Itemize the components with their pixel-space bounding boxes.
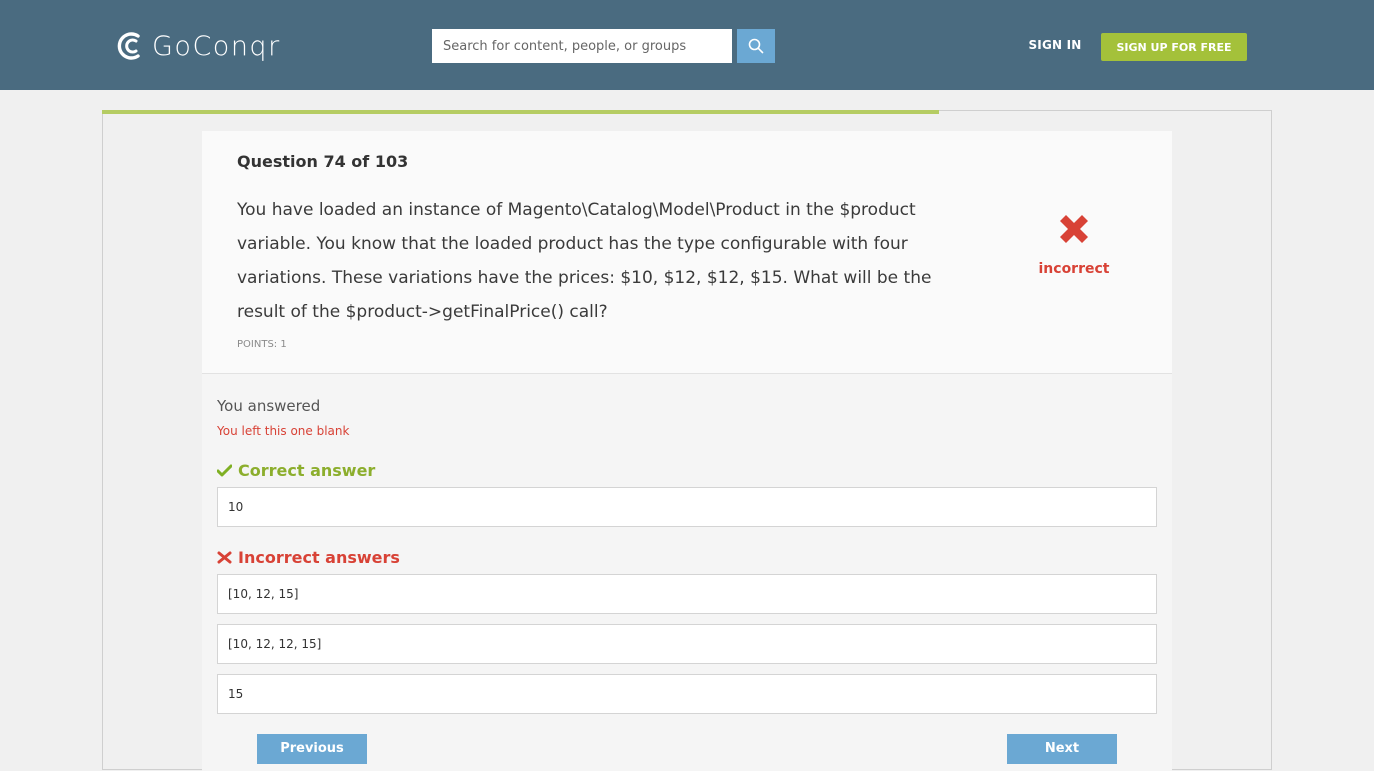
check-icon [217, 464, 232, 477]
question-points: POINTS: 1 [237, 339, 287, 350]
logo-text: GoConqr [152, 30, 281, 62]
correct-answer-heading: Correct answer [217, 461, 375, 480]
you-answered-value: You left this one blank [217, 424, 350, 438]
incorrect-answer-2: [10, 12, 12, 15] [217, 624, 1157, 664]
goconqr-logo[interactable]: GoConqr [116, 30, 281, 62]
quiz-progress-fill [102, 110, 939, 114]
question-header: Question 74 of 103 You have loaded an in… [202, 131, 1172, 374]
question-text: You have loaded an instance of Magento\C… [237, 200, 932, 322]
search-input[interactable] [432, 29, 732, 63]
incorrect-answers-label: Incorrect answers [238, 548, 400, 567]
sign-in-link[interactable]: SIGN IN [1025, 38, 1085, 56]
you-answered-label: You answered [217, 397, 321, 415]
question-number: Question 74 of 103 [237, 152, 409, 171]
next-button[interactable]: Next [1007, 734, 1117, 764]
incorrect-answer-1: [10, 12, 15] [217, 574, 1157, 614]
question-card: Question 74 of 103 You have loaded an in… [202, 131, 1172, 771]
verdict-label: incorrect [1038, 261, 1110, 277]
cross-small-icon [217, 551, 232, 564]
verdict-indicator: incorrect [1022, 211, 1126, 277]
incorrect-answers-heading: Incorrect answers [217, 548, 400, 567]
correct-answer-label: Correct answer [238, 461, 376, 480]
cross-icon [1060, 215, 1088, 243]
previous-button[interactable]: Previous [257, 734, 367, 764]
goconqr-logo-icon [117, 32, 140, 60]
incorrect-answer-3: 15 [217, 674, 1157, 714]
quiz-progress-bar [102, 110, 1272, 114]
top-navbar: GoConqr SIGN IN SIGN UP FOR FREE [0, 0, 1374, 90]
search-button[interactable] [737, 29, 775, 63]
sign-up-button[interactable]: SIGN UP FOR FREE [1101, 33, 1247, 61]
correct-answer-box: 10 [217, 487, 1157, 527]
search-icon [748, 38, 764, 54]
